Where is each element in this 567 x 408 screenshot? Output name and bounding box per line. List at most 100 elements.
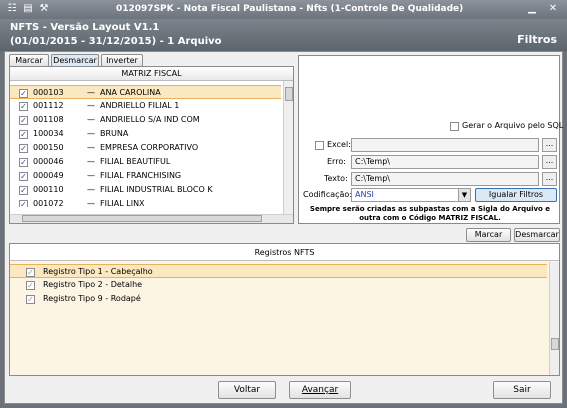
list-item[interactable]: ✓ 001072 — FILIAL LINX [10,197,281,207]
excel-field[interactable] [351,138,539,152]
list-item[interactable]: ✓ Registro Tipo 1 - Cabeçalho [10,264,547,278]
texto-field[interactable]: C:\Temp\ [351,172,539,186]
layout-version: NFTS - Versão Layout V1.1 [10,22,160,33]
matriz-code: 100034 [33,129,64,138]
separator: — [87,88,95,97]
registros-marcar-button[interactable]: Marcar [466,228,511,242]
matriz-code: 001072 [33,199,64,207]
checkbox[interactable]: ✓ [26,281,35,290]
period-info: (01/01/2015 - 31/12/2015) - 1 Arquivo [10,36,222,47]
checkbox[interactable]: ✓ [19,102,28,111]
texto-label: Texto: [324,174,348,183]
close-icon[interactable]: ✕ [547,3,559,15]
separator: — [87,129,95,138]
minimize-icon[interactable]: ▁ [526,3,538,15]
registro-label: Registro Tipo 1 - Cabeçalho [43,267,153,276]
erro-browse-button[interactable]: ... [542,155,557,169]
window-title: 012097SPK - Nota Fiscal Paulistana - Nft… [116,4,464,14]
main-body: Marcar Desmarcar Inverter MATRIZ FISCAL … [4,51,563,404]
excel-label: Excel: [327,140,351,149]
checkbox[interactable]: ✓ [19,144,28,153]
matriz-list: MATRIZ FISCAL ✓ 000103 — ANA CAROLINA ✓ … [9,66,294,224]
excel-checkbox[interactable] [315,141,324,150]
checkbox[interactable]: ✓ [19,158,28,167]
matriz-code: 000150 [33,143,64,152]
options-panel: Gerar o Arquivo pelo SQL Excel: ... Erro… [298,55,564,224]
separator: — [87,143,95,152]
form-icon[interactable]: ▤ [22,3,34,15]
avancar-button[interactable]: Avançar [289,381,351,399]
list-item[interactable]: ✓ 000150 — EMPRESA CORPORATIVO [10,141,281,155]
subfolder-note: Sempre serão criadas as subpastas com a … [309,205,551,222]
scroll-thumb[interactable] [285,87,293,101]
list-item[interactable]: ✓ 000049 — FILIAL FRANCHISING [10,169,281,183]
registros-header: Registros NFTS [10,244,559,261]
title-bar: ☷ ▤ ⚒ 012097SPK - Nota Fiscal Paulistana… [0,0,567,19]
matriz-header: MATRIZ FISCAL [10,67,293,81]
checkbox[interactable]: ✓ [19,116,28,125]
page-header: NFTS - Versão Layout V1.1 (01/01/2015 - … [0,19,567,51]
matriz-name: EMPRESA CORPORATIVO [100,143,199,152]
separator: — [87,101,95,110]
list-item[interactable]: ✓ Registro Tipo 2 - Detalhe [10,278,547,292]
list-item[interactable]: ✓ Registro Tipo 9 - Rodapé [10,292,547,306]
matriz-code: 001112 [33,101,64,110]
scroll-thumb[interactable] [551,338,559,350]
matriz-name: FILIAL BEAUTIFUL [100,157,171,166]
erro-label: Erro: [327,157,346,166]
codificacao-select[interactable]: ANSI ▼ [351,188,471,202]
app-icon[interactable]: ☷ [6,3,18,15]
registro-label: Registro Tipo 9 - Rodapé [43,294,141,303]
registros-desmarcar-button[interactable]: Desmarcar [514,228,560,242]
checkbox[interactable]: ✓ [19,89,28,98]
checkbox[interactable]: ✓ [26,268,35,277]
registros-list: Registros NFTS ✓ Registro Tipo 1 - Cabeç… [9,243,560,376]
voltar-button[interactable]: Voltar [218,381,276,399]
wrench-icon[interactable]: ⚒ [38,3,50,15]
excel-browse-button[interactable]: ... [542,138,557,152]
registros-vertical-scrollbar[interactable] [549,262,559,375]
matriz-name: FILIAL LINX [100,199,145,207]
section-title: Filtros [517,33,557,46]
matriz-code: 001108 [33,115,64,124]
erro-field[interactable]: C:\Temp\ [351,155,539,169]
separator: — [87,157,95,166]
matriz-code: 000049 [33,171,64,180]
list-item[interactable]: ✓ 001108 — ANDRIELLO S/A IND COM [10,113,281,127]
igualar-filtros-button[interactable]: Igualar Filtros [475,188,557,202]
checkbox[interactable]: ✓ [26,295,35,304]
texto-browse-button[interactable]: ... [542,172,557,186]
matriz-name: ANDRIELLO FILIAL 1 [100,101,180,110]
scroll-thumb[interactable] [22,215,262,222]
list-item[interactable]: ✓ 000046 — FILIAL BEAUTIFUL [10,155,281,169]
separator: — [87,171,95,180]
sair-button[interactable]: Sair [493,381,551,399]
checkbox[interactable]: ✓ [19,172,28,181]
list-item[interactable]: ✓ 000110 — FILIAL INDUSTRIAL BLOCO K [10,183,281,197]
matriz-horizontal-scrollbar[interactable] [10,214,293,223]
matriz-name: ANDRIELLO S/A IND COM [100,115,200,124]
matriz-code: 000103 [33,88,64,97]
chevron-down-icon[interactable]: ▼ [458,189,470,201]
checkbox[interactable]: ✓ [19,200,28,207]
separator: — [87,185,95,194]
matriz-vertical-scrollbar[interactable] [283,81,293,214]
codificacao-label: Codificação: [303,190,353,199]
checkbox[interactable]: ✓ [19,130,28,139]
matriz-name: BRUNA [100,129,129,138]
matriz-code: 000046 [33,157,64,166]
separator: — [87,199,95,207]
list-item[interactable]: ✓ 100034 — BRUNA [10,127,281,141]
matriz-name: ANA CAROLINA [100,88,161,97]
matriz-name: FILIAL FRANCHISING [100,171,182,180]
checkbox[interactable]: ✓ [19,186,28,195]
matriz-name: FILIAL INDUSTRIAL BLOCO K [100,185,213,194]
gerar-sql-checkbox[interactable] [450,122,459,131]
separator: — [87,115,95,124]
gerar-sql-label: Gerar o Arquivo pelo SQL [462,121,564,130]
list-item[interactable]: ✓ 001112 — ANDRIELLO FILIAL 1 [10,99,281,113]
list-item[interactable]: ✓ 000103 — ANA CAROLINA [10,85,281,99]
matriz-code: 000110 [33,185,64,194]
registro-label: Registro Tipo 2 - Detalhe [43,280,143,289]
codificacao-value: ANSI [355,190,374,199]
